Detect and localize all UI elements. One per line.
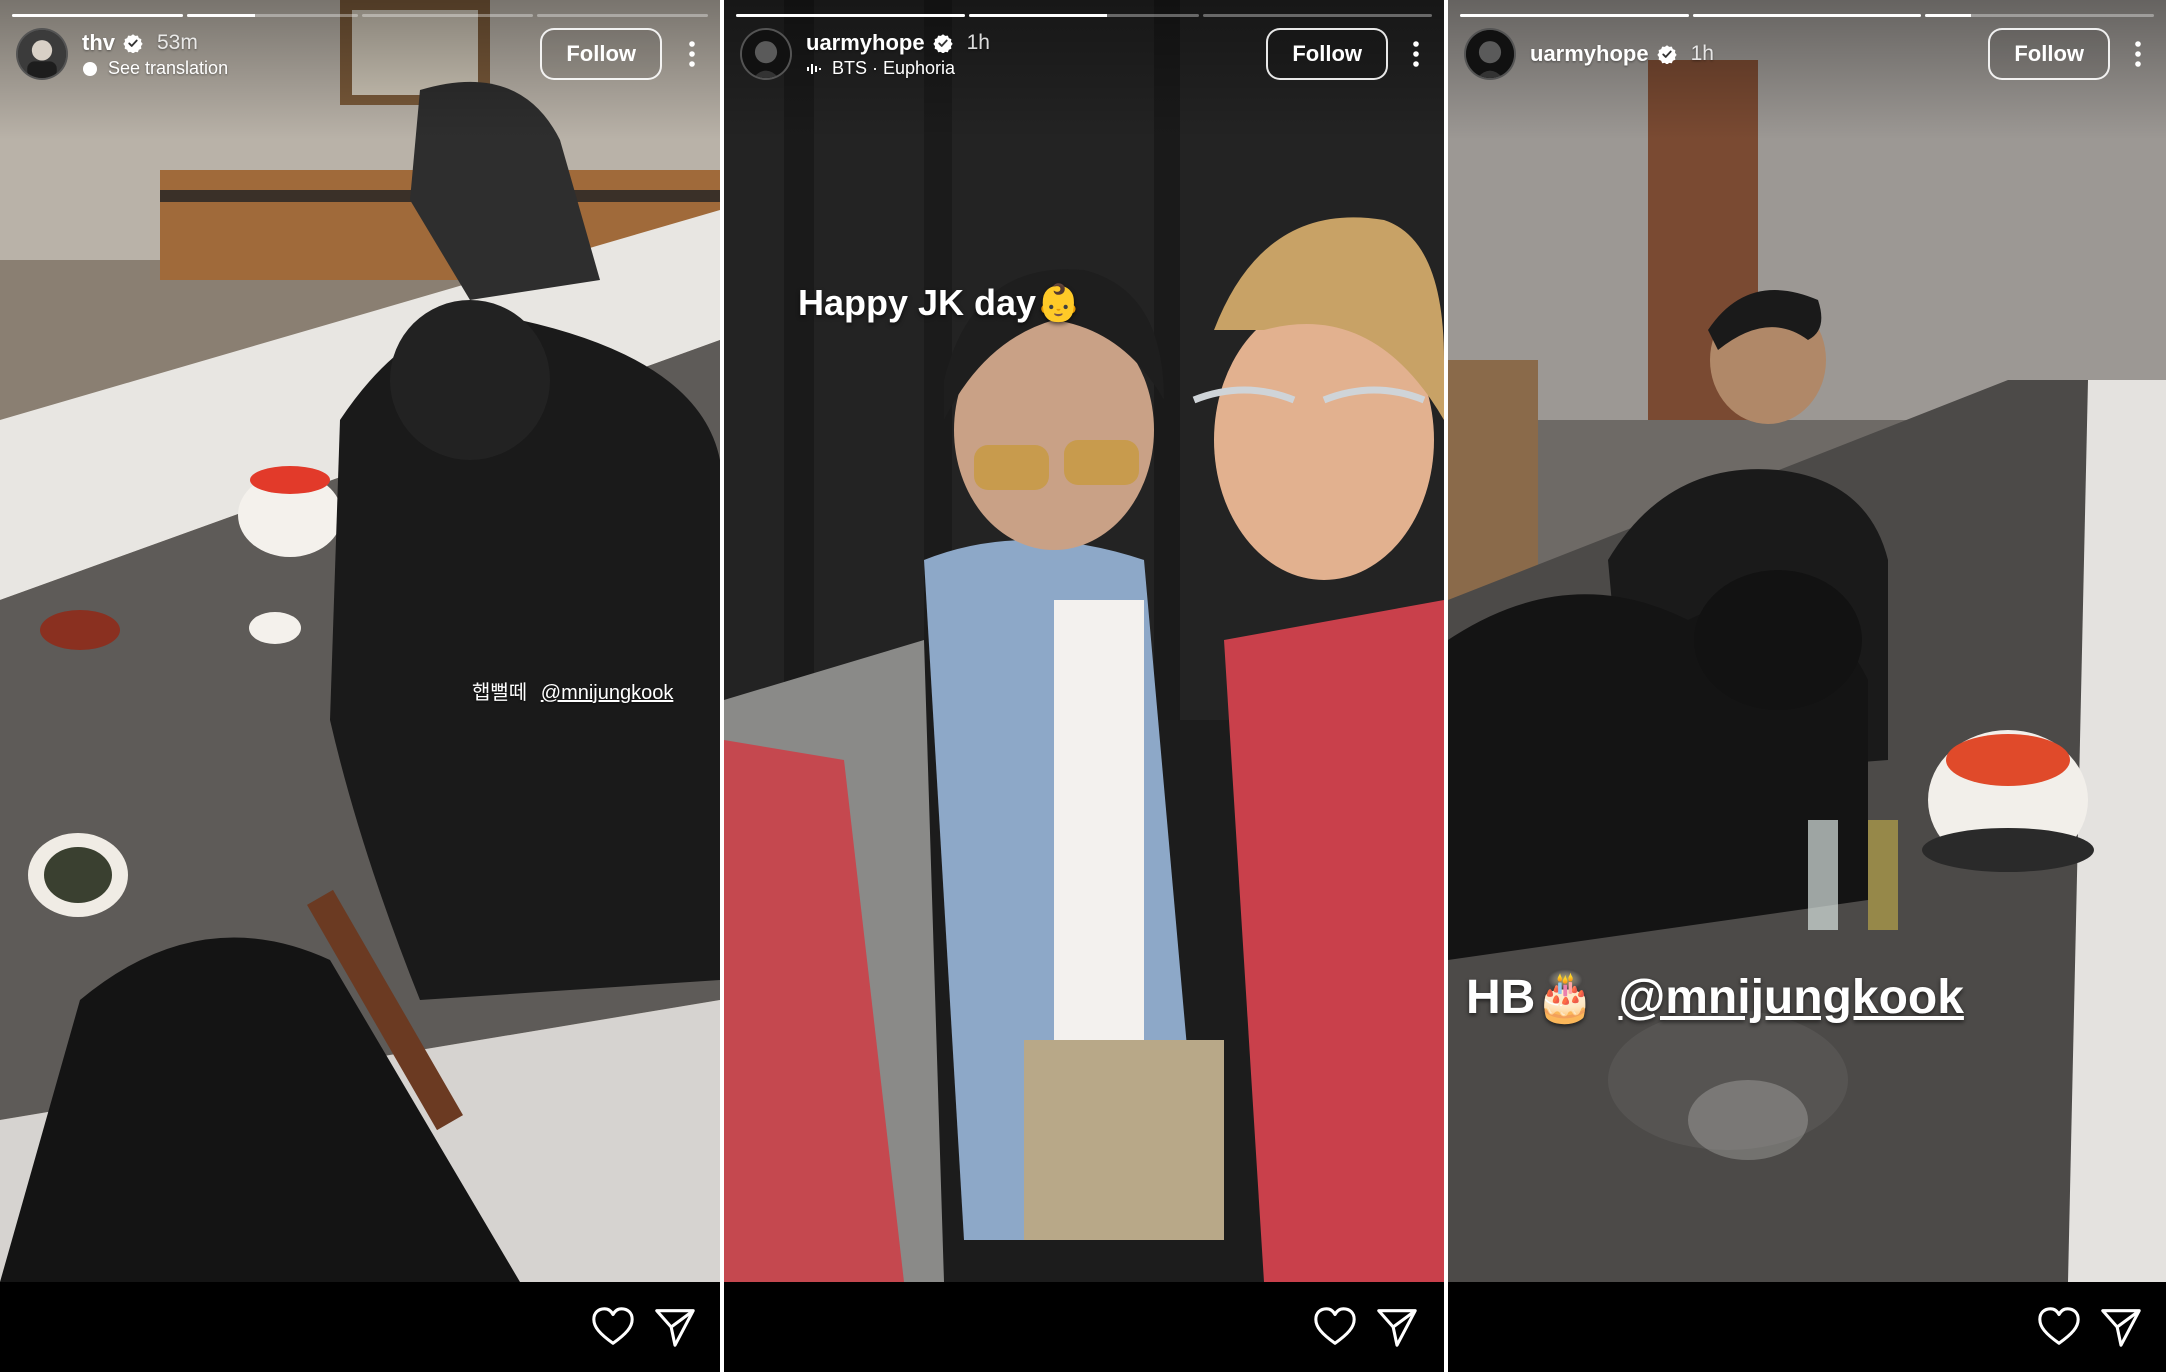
story-image-3[interactable]: HB🎂 @mnijungkook: [1448, 0, 2166, 1282]
send-icon[interactable]: [652, 1304, 698, 1350]
follow-button[interactable]: Follow: [1988, 28, 2110, 80]
username[interactable]: uarmyhope: [806, 30, 925, 56]
story-footer: [724, 1282, 1444, 1372]
avatar-image: [18, 30, 66, 78]
story-photo-cake-celebration: [1448, 0, 2166, 1282]
avatar[interactable]: [16, 28, 68, 80]
username[interactable]: uarmyhope: [1530, 41, 1649, 67]
verified-badge-icon: [932, 34, 953, 53]
progress-segment: [12, 14, 183, 17]
story-header: uarmyhope 1h Follow: [1464, 28, 2150, 80]
progress-segment: [969, 14, 1199, 17]
see-translation-label: See translation: [108, 58, 229, 78]
story-progress-bar: [736, 14, 1432, 17]
mention-sticker[interactable]: HB🎂 @mnijungkook: [1466, 968, 1964, 1025]
heart-icon[interactable]: [590, 1304, 636, 1350]
see-translation-link[interactable]: See translation: [82, 58, 228, 79]
verified-badge-icon: [1656, 45, 1677, 64]
story-photo-group-portrait: [724, 0, 1444, 1282]
story-panel-2[interactable]: Happy JK day👶 uarmyhope 1h BTS · Euphori…: [724, 0, 1444, 1372]
heart-icon[interactable]: [2036, 1304, 2082, 1350]
avatar-image: [1466, 30, 1514, 78]
avatar[interactable]: [740, 28, 792, 80]
avatar-image: [742, 30, 790, 78]
post-time: 1h: [1690, 42, 1714, 65]
mention-sticker[interactable]: 햅뻘떼 @mnijungkook: [472, 676, 673, 705]
caption-text: Happy JK day👶: [798, 282, 1081, 323]
progress-segment: [187, 14, 358, 17]
send-icon[interactable]: [1374, 1304, 1420, 1350]
story-footer: [0, 1282, 720, 1372]
story-image-1[interactable]: 햅뻘떼 @mnijungkook: [0, 0, 720, 1282]
story-photo-kitchen-party: [0, 0, 720, 1282]
progress-segment: [362, 14, 533, 17]
progress-segment: [537, 14, 708, 17]
progress-segment: [1925, 14, 2155, 17]
send-icon[interactable]: [2098, 1304, 2144, 1350]
avatar[interactable]: [1464, 28, 1516, 80]
progress-segment: [736, 14, 966, 17]
mention-link[interactable]: @mnijungkook: [541, 682, 674, 704]
mention-prefix: 햅뻘떼: [472, 682, 528, 704]
mention-link[interactable]: @mnijungkook: [1618, 971, 1963, 1024]
story-header: thv 53m See translation Follow: [16, 28, 704, 80]
follow-button[interactable]: Follow: [1266, 28, 1388, 80]
progress-segment: [1202, 14, 1432, 17]
story-header: uarmyhope 1h BTS · Euphoria Follow: [740, 28, 1428, 80]
story-footer: [1448, 1282, 2166, 1372]
story-panel-1[interactable]: 햅뻘떼 @mnijungkook thv 53m See translation…: [0, 0, 720, 1372]
progress-segment: [1692, 14, 1922, 17]
follow-button[interactable]: Follow: [540, 28, 662, 80]
username[interactable]: thv: [82, 30, 115, 56]
verified-badge-icon: [123, 34, 143, 53]
heart-icon[interactable]: [1312, 1304, 1358, 1350]
story-panel-3[interactable]: HB🎂 @mnijungkook uarmyhope 1h Follow: [1448, 0, 2166, 1372]
progress-segment: [1460, 14, 1689, 17]
translate-icon: [83, 61, 97, 76]
music-attribution[interactable]: BTS · Euphoria: [806, 58, 990, 79]
post-time: 1h: [966, 31, 990, 54]
mention-prefix: HB🎂: [1466, 971, 1596, 1024]
story-image-2[interactable]: Happy JK day👶: [724, 0, 1444, 1282]
story-progress-bar: [12, 14, 708, 17]
story-progress-bar: [1460, 14, 2155, 17]
more-options-icon[interactable]: [1404, 28, 1428, 80]
more-options-icon[interactable]: [680, 28, 704, 80]
more-options-icon[interactable]: [2126, 28, 2150, 80]
music-icon: [807, 63, 821, 74]
music-label: BTS · Euphoria: [832, 58, 956, 78]
post-time: 53m: [157, 31, 198, 54]
